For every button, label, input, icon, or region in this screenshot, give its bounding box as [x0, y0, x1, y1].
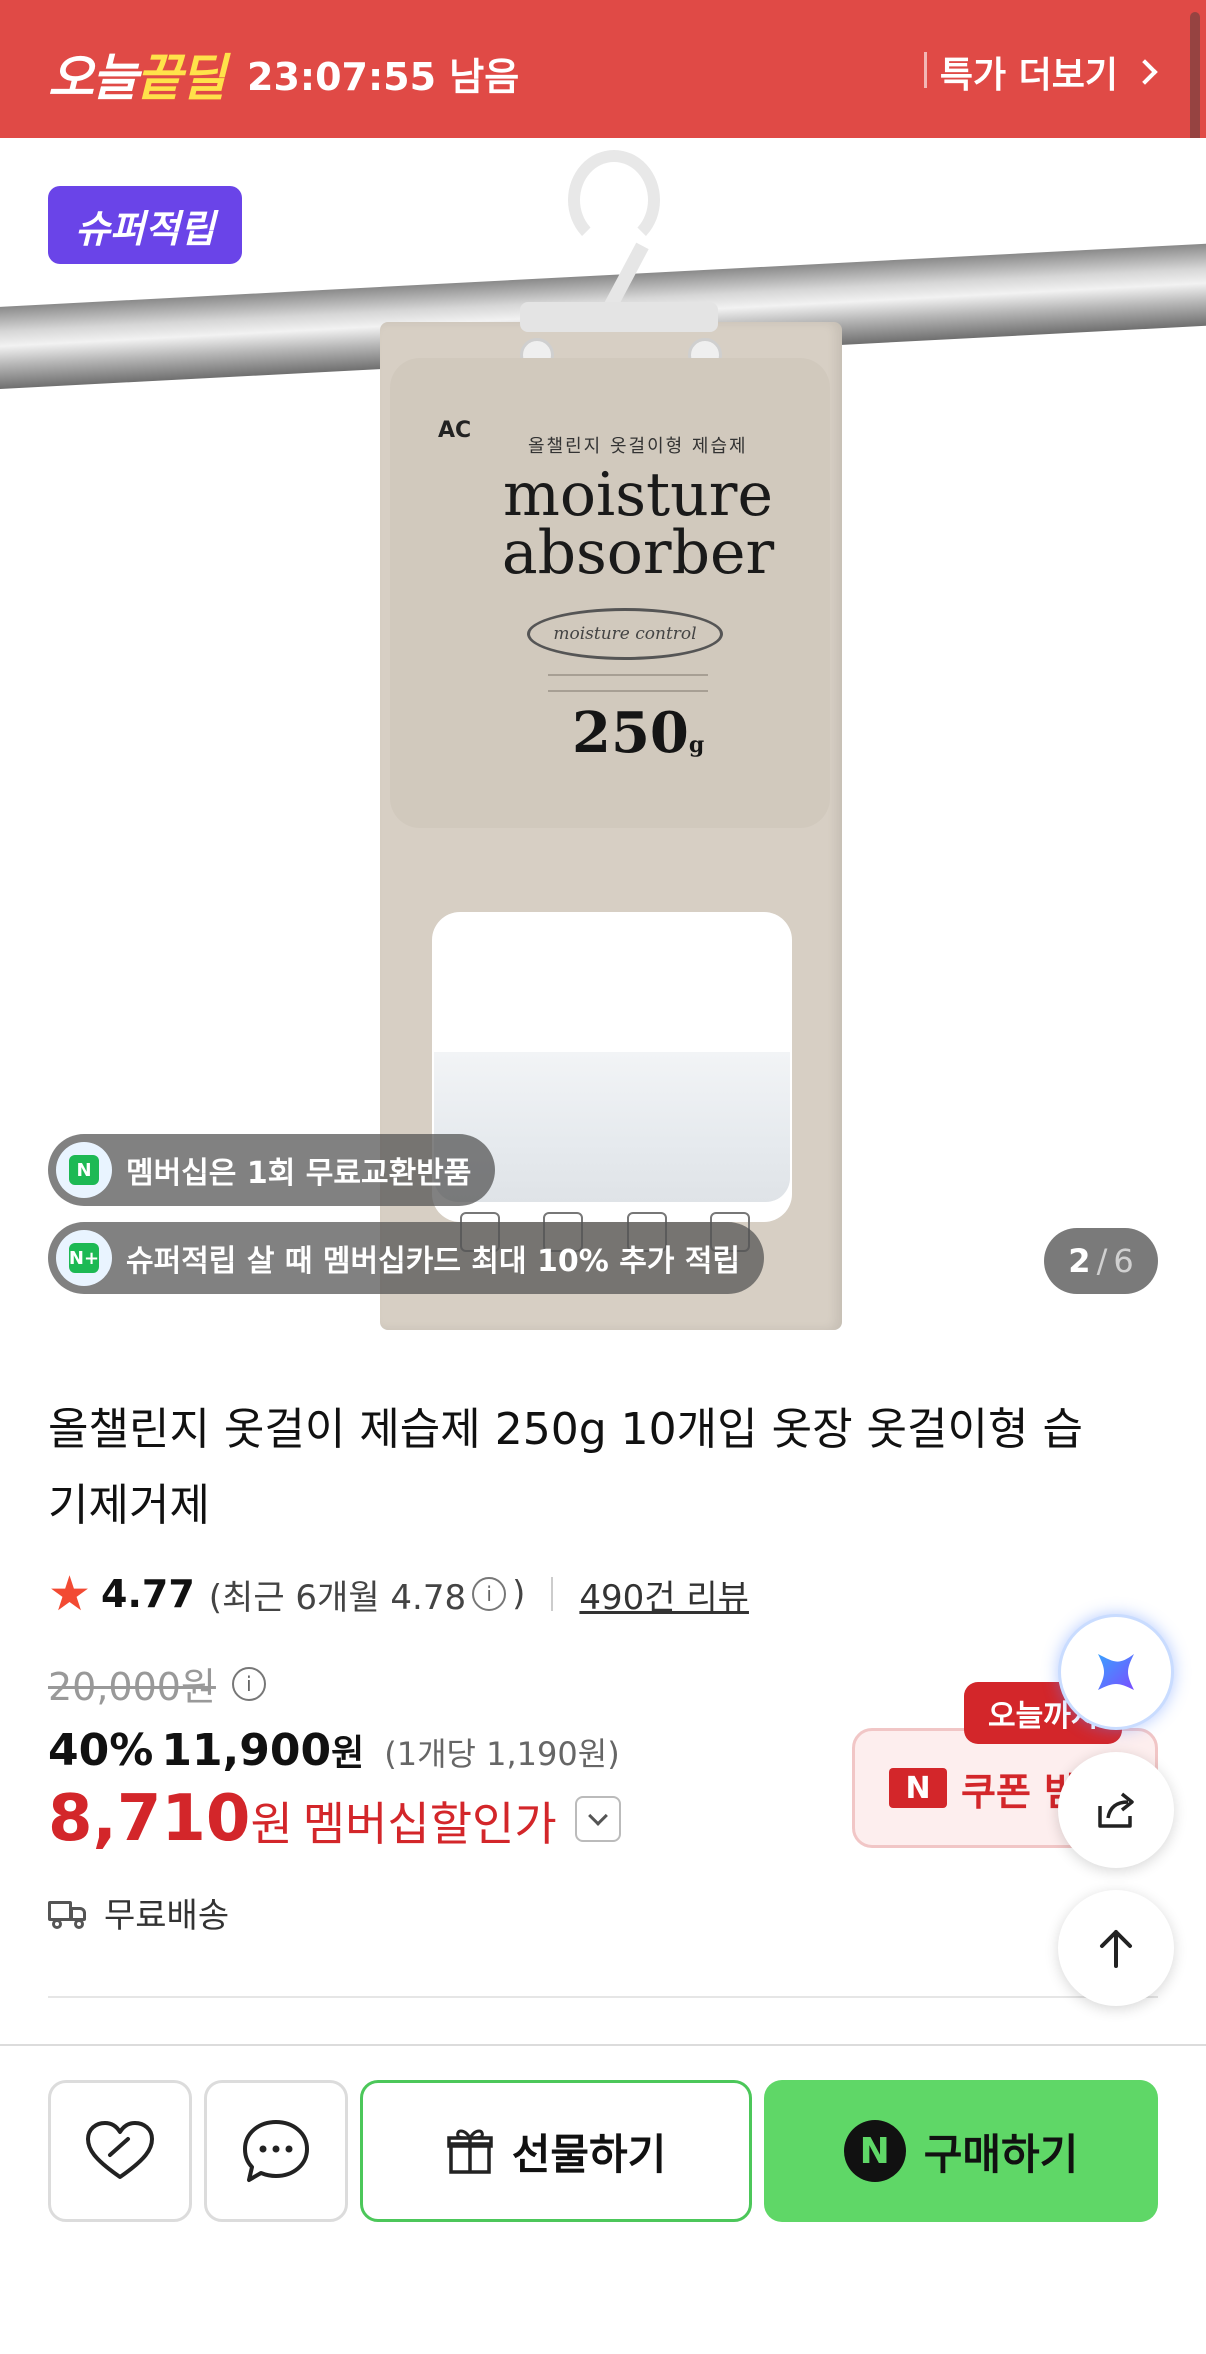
pouch-weight-value: 250 [572, 700, 689, 766]
share-button[interactable] [1058, 1752, 1174, 1868]
deal-banner[interactable]: 오늘끝딜 23:07:55 남음 특가 더보기 [0, 0, 1206, 138]
hanger-top [520, 302, 718, 332]
pager-current: 2 [1068, 1242, 1091, 1280]
pouch-oval-label: moisture control [527, 608, 723, 660]
original-price: 20,000원 i [48, 1656, 272, 1711]
deal-timer: 23:07:55 남음 [247, 55, 520, 99]
pouch-brand-mark: AC [438, 418, 472, 443]
ai-sparkle-icon [1098, 1654, 1134, 1690]
membership-card-icon: N+ [56, 1230, 112, 1286]
membership-return-label: 멤버십은 1회 무료교환반품 [126, 1156, 472, 1191]
original-price-value: 20,000원 [48, 1665, 216, 1709]
pouch-title-line2: absorber [501, 518, 775, 588]
image-pager: 2 / 6 [1044, 1228, 1158, 1294]
sale-price-row: 40% 11,900원 (1개당 1,190원) [48, 1724, 620, 1776]
per-unit-price: (1개당 1,190원) [384, 1735, 620, 1773]
recent-rating-close: ) [512, 1574, 526, 1614]
pouch-title-line1: moisture [503, 460, 773, 530]
recent-rating: (최근 6개월 4.78 [208, 1577, 467, 1618]
pager-separator: / [1096, 1242, 1108, 1280]
arrow-up-icon [1100, 1930, 1132, 1968]
star-icon: ★ [48, 1566, 92, 1622]
gift-label: 선물하기 [511, 2129, 667, 2179]
buy-label: 구매하기 [923, 2129, 1079, 2179]
rating-divider [551, 1577, 554, 1611]
pouch-korean-label: 올챌린지 옷걸이형 제습제 [528, 436, 748, 457]
member-price: 8,710원 [48, 1782, 293, 1856]
chevron-right-icon [1132, 59, 1158, 85]
talk-button[interactable] [204, 2080, 348, 2222]
deal-divider [924, 52, 927, 88]
member-price-row: 8,710원 멤버십할인가 [48, 1782, 621, 1856]
scroll-top-button[interactable] [1058, 1890, 1174, 2006]
share-icon [1098, 1792, 1134, 1828]
buy-button[interactable]: N 구매하기 [764, 2080, 1158, 2222]
sale-price-value: 11,900 [161, 1725, 332, 1776]
hanger-hook [568, 150, 660, 250]
member-price-label: 멤버십할인가 [302, 1797, 557, 1851]
gift-button[interactable]: 선물하기 [360, 2080, 752, 2222]
membership-return-icon-mark: N [69, 1155, 99, 1185]
review-count-link[interactable]: 490건 리뷰 [579, 1570, 749, 1619]
membership-card-chip[interactable]: N+ 슈퍼적립 살 때 멤버십카드 최대 10% 추가 적립 [48, 1222, 765, 1294]
deal-logo-part1: 오늘 [48, 49, 138, 107]
deal-more-link[interactable]: 특가 더보기 [939, 46, 1158, 98]
pouch-weight: 250g [572, 700, 704, 766]
rating-score: 4.77 [101, 1572, 195, 1616]
member-price-value: 8,710 [48, 1782, 251, 1856]
price-info-icon[interactable]: i [231, 1666, 266, 1701]
rating-row: ★ 4.77 (최근 6개월 4.78 i ) 490건 리뷰 [48, 1566, 749, 1622]
deal-logo: 오늘끝딜 [48, 38, 226, 110]
membership-return-icon: N [56, 1142, 112, 1198]
heart-icon [86, 2121, 154, 2179]
naver-pay-icon: N [889, 1768, 947, 1808]
discount-rate: 40% [48, 1725, 154, 1776]
pouch-title: moisture absorber [488, 460, 788, 588]
member-price-unit: 원 [250, 1797, 293, 1851]
sale-price-unit: 원 [331, 1733, 365, 1774]
chat-icon [243, 2120, 309, 2182]
membership-card-icon-mark: N+ [69, 1243, 99, 1273]
shipping-label: 무료배송 [104, 1896, 230, 1936]
section-divider [48, 1996, 1158, 1998]
ai-assistant-button[interactable] [1058, 1614, 1174, 1730]
deal-logo-part2: 끝딜 [136, 49, 226, 107]
truck-icon [48, 1899, 88, 1929]
membership-card-label: 슈퍼적립 살 때 멤버십카드 최대 10% 추가 적립 [126, 1244, 741, 1279]
product-title: 올챌린지 옷걸이 제습제 250g 10개입 옷장 옷걸이형 습기제거제 [48, 1404, 1083, 1531]
super-reward-badge: 슈퍼적립 [48, 186, 242, 264]
bottom-bar-divider [0, 2044, 1206, 2046]
pouch-weight-unit: g [688, 732, 705, 758]
chevron-down-icon[interactable] [574, 1796, 621, 1842]
sale-price: 11,900원 [161, 1724, 364, 1776]
naver-pay-icon: N [843, 2120, 906, 2182]
deal-more-label: 특가 더보기 [939, 55, 1118, 96]
like-button[interactable] [48, 2080, 192, 2222]
pouch-description-lines [548, 674, 708, 692]
membership-return-chip[interactable]: N 멤버십은 1회 무료교환반품 [48, 1134, 496, 1206]
pager-total: 6 [1113, 1242, 1134, 1280]
shipping-info: 무료배송 [48, 1888, 229, 1937]
info-icon[interactable]: i [472, 1577, 507, 1611]
gift-icon [446, 2129, 493, 2174]
